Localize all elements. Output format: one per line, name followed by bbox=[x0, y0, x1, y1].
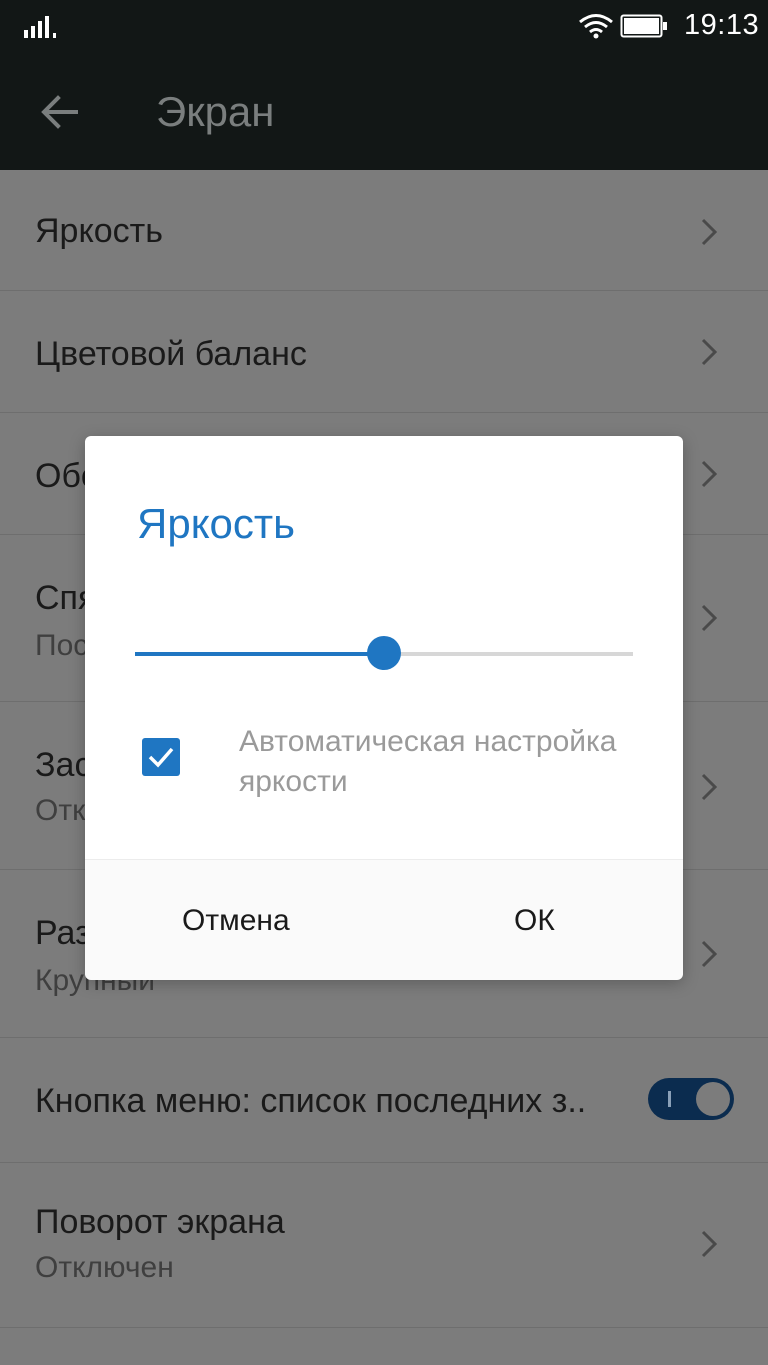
back-arrow-icon[interactable] bbox=[40, 92, 80, 132]
setting-title: Яркость bbox=[35, 212, 163, 250]
brightness-slider[interactable] bbox=[135, 632, 633, 676]
chevron-right-icon bbox=[701, 460, 718, 488]
setting-subtitle: Отк bbox=[35, 794, 86, 827]
chevron-right-icon bbox=[701, 773, 718, 801]
chevron-right-icon bbox=[701, 1230, 718, 1258]
app-bar: Экран bbox=[0, 52, 768, 170]
cancel-button[interactable]: Отмена bbox=[182, 904, 290, 938]
dialog-title: Яркость bbox=[137, 500, 296, 547]
setting-title: Раз bbox=[35, 914, 91, 952]
auto-brightness-label: Автоматическая настройка яркости bbox=[239, 725, 617, 798]
slider-thumb[interactable] bbox=[367, 636, 401, 670]
toggle-on-mark bbox=[668, 1091, 671, 1107]
clock: 19:13 bbox=[684, 9, 760, 41]
chevron-right-icon bbox=[701, 940, 718, 968]
auto-brightness-checkbox[interactable] bbox=[142, 738, 180, 776]
setting-color-balance[interactable]: Цветовой баланс bbox=[0, 291, 768, 413]
toggle-knob bbox=[696, 1082, 730, 1116]
setting-title: Зас bbox=[35, 746, 92, 784]
signal-icon bbox=[24, 16, 56, 38]
setting-rotation[interactable]: Поворот экрана Отключен bbox=[0, 1163, 768, 1328]
setting-title: Цветовой баланс bbox=[35, 335, 307, 373]
setting-brightness[interactable]: Яркость bbox=[0, 170, 768, 291]
page-title: Экран bbox=[156, 88, 275, 135]
battery-icon bbox=[620, 14, 667, 38]
setting-menu-button[interactable]: Кнопка меню: список последних з.. bbox=[0, 1038, 768, 1163]
brightness-dialog: Яркость Автоматическая настройка яркости… bbox=[85, 436, 683, 980]
setting-subtitle: Пос bbox=[35, 629, 89, 662]
status-bar: 19:13 bbox=[0, 0, 768, 52]
checkmark-icon bbox=[148, 747, 174, 768]
slider-fill bbox=[135, 652, 384, 656]
chevron-right-icon bbox=[701, 218, 718, 246]
setting-title: Кнопка меню: список последних з.. bbox=[35, 1082, 587, 1120]
wifi-icon bbox=[579, 14, 613, 39]
dialog-buttons: Отмена ОК bbox=[85, 859, 683, 980]
setting-subtitle: Отключен bbox=[35, 1251, 174, 1284]
ok-button[interactable]: ОК bbox=[514, 904, 555, 938]
setting-title: Поворот экрана bbox=[35, 1203, 285, 1241]
menu-button-toggle[interactable] bbox=[648, 1078, 734, 1120]
chevron-right-icon bbox=[701, 338, 718, 366]
chevron-right-icon bbox=[701, 604, 718, 632]
